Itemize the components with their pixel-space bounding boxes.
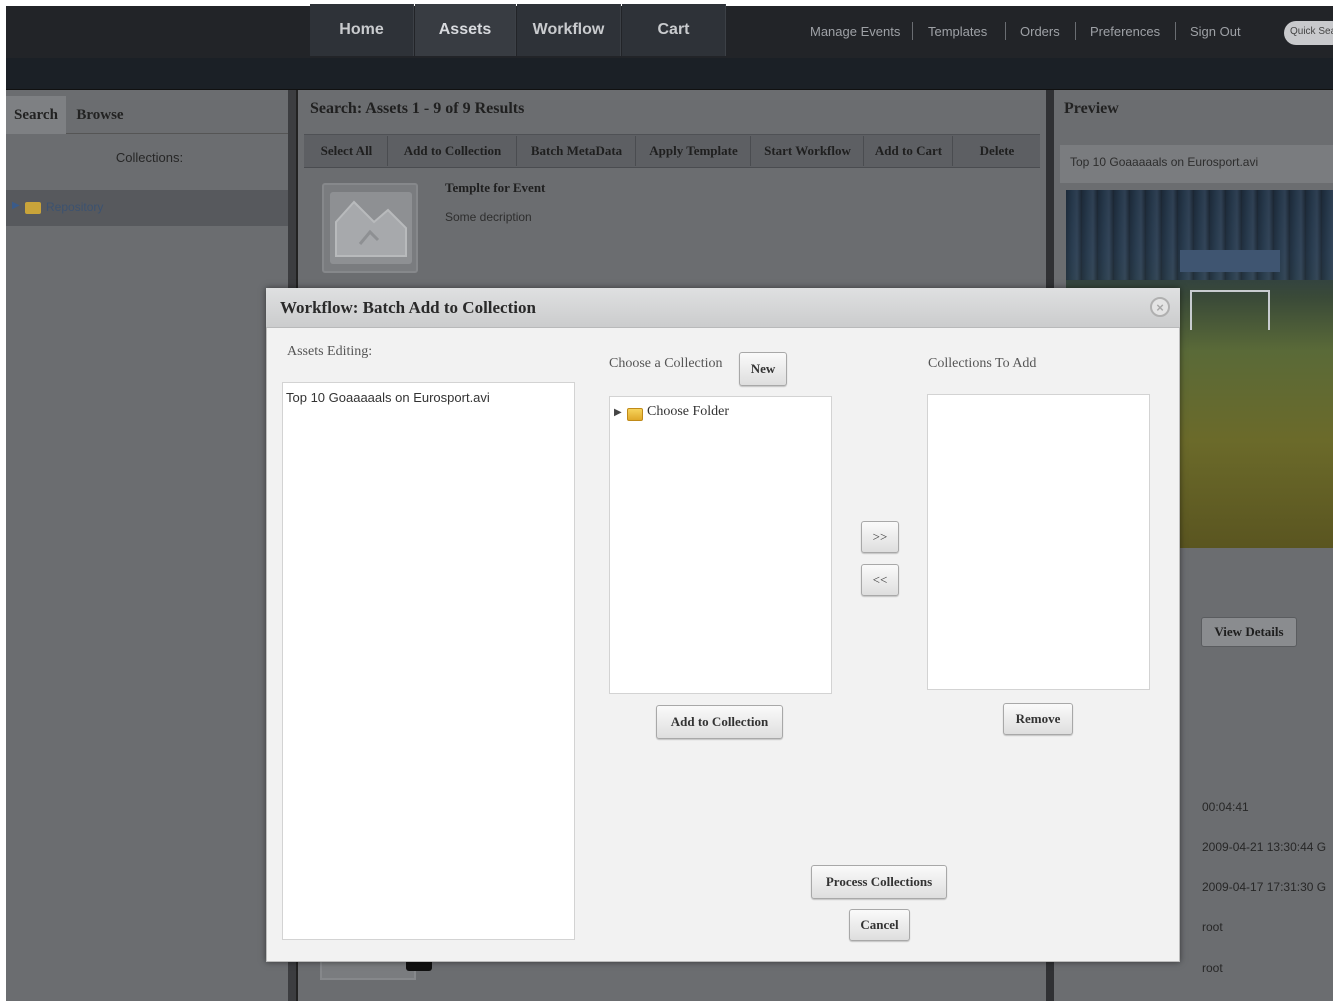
nav-tab-home[interactable]: Home bbox=[310, 4, 414, 56]
assets-editing-label: Assets Editing: bbox=[287, 344, 373, 359]
collections-to-add-list[interactable] bbox=[927, 394, 1150, 690]
meta-user: root bbox=[1202, 920, 1223, 934]
quick-search-input[interactable]: Quick Sea bbox=[1284, 21, 1333, 45]
sign-out-link[interactable]: Sign Out bbox=[1190, 24, 1241, 39]
assets-editing-list[interactable] bbox=[282, 382, 575, 940]
asset-title[interactable]: Templte for Event bbox=[445, 180, 545, 196]
preview-title: Preview bbox=[1064, 100, 1119, 117]
move-right-button[interactable]: >> bbox=[861, 521, 899, 553]
tab-browse[interactable]: Browse bbox=[68, 96, 132, 134]
sub-nav-bar bbox=[6, 58, 1333, 90]
preferences-link[interactable]: Preferences bbox=[1090, 24, 1160, 39]
list-item[interactable]: Top 10 Goaaaaals on Eurosport.avi bbox=[286, 390, 490, 405]
collections-to-add-label: Collections To Add bbox=[928, 356, 1037, 371]
folder-icon bbox=[25, 202, 41, 214]
view-details-button[interactable]: View Details bbox=[1201, 617, 1297, 647]
process-collections-button[interactable]: Process Collections bbox=[811, 865, 947, 899]
start-workflow-button[interactable]: Start Workflow bbox=[752, 136, 864, 166]
expand-arrow-icon[interactable]: ▶ bbox=[12, 200, 20, 211]
delete-button[interactable]: Delete bbox=[954, 136, 1040, 166]
meta-date: 2009-04-21 13:30:44 G bbox=[1202, 840, 1327, 854]
orders-link[interactable]: Orders bbox=[1020, 24, 1060, 39]
nav-tab-workflow[interactable]: Workflow bbox=[517, 4, 621, 56]
left-panel bbox=[6, 90, 293, 1001]
new-collection-button[interactable]: New bbox=[739, 352, 787, 386]
video-frame-detail bbox=[1180, 250, 1280, 272]
video-frame-detail bbox=[1190, 290, 1270, 330]
nav-tab-cart[interactable]: Cart bbox=[622, 4, 726, 56]
remove-button[interactable]: Remove bbox=[1003, 703, 1073, 735]
nav-separator bbox=[1005, 22, 1006, 40]
tree-label-choose-folder[interactable]: Choose Folder bbox=[647, 404, 729, 420]
preview-filename: Top 10 Goaaaaals on Eurosport.avi bbox=[1070, 155, 1259, 169]
dialog-title: Workflow: Batch Add to Collection bbox=[280, 298, 536, 317]
add-to-collection-button[interactable]: Add to Collection bbox=[656, 705, 783, 739]
meta-user: root bbox=[1202, 961, 1223, 975]
collection-tree[interactable] bbox=[609, 396, 832, 694]
add-to-cart-button[interactable]: Add to Cart bbox=[865, 136, 953, 166]
asset-description: Some decription bbox=[445, 210, 532, 224]
expand-arrow-icon[interactable]: ▶ bbox=[614, 407, 622, 418]
batch-metadata-button[interactable]: Batch MetaData bbox=[518, 136, 636, 166]
close-icon[interactable]: × bbox=[1150, 297, 1170, 317]
collections-heading: Collections: bbox=[115, 150, 184, 165]
nav-separator bbox=[912, 22, 913, 40]
nav-separator bbox=[1175, 22, 1176, 40]
manage-events-link[interactable]: Manage Events bbox=[810, 24, 900, 39]
meta-duration: 00:04:41 bbox=[1202, 800, 1249, 814]
folder-icon bbox=[627, 408, 643, 421]
meta-date: 2009-04-17 17:31:30 G bbox=[1202, 880, 1327, 894]
results-title: Search: Assets 1 - 9 of 9 Results bbox=[310, 100, 525, 117]
templates-link[interactable]: Templates bbox=[928, 24, 987, 39]
select-all-button[interactable]: Select All bbox=[306, 136, 388, 166]
image-placeholder-icon bbox=[330, 192, 412, 264]
move-left-button[interactable]: << bbox=[861, 564, 899, 596]
choose-collection-label: Choose a Collection bbox=[609, 356, 723, 371]
cancel-button[interactable]: Cancel bbox=[849, 909, 910, 941]
apply-template-button[interactable]: Apply Template bbox=[637, 136, 751, 166]
tab-search[interactable]: Search bbox=[6, 96, 66, 134]
nav-separator bbox=[1075, 22, 1076, 40]
tree-label-repository[interactable]: Repository bbox=[46, 200, 103, 214]
add-to-collection-button[interactable]: Add to Collection bbox=[389, 136, 517, 166]
nav-tab-assets[interactable]: Assets bbox=[415, 4, 516, 56]
